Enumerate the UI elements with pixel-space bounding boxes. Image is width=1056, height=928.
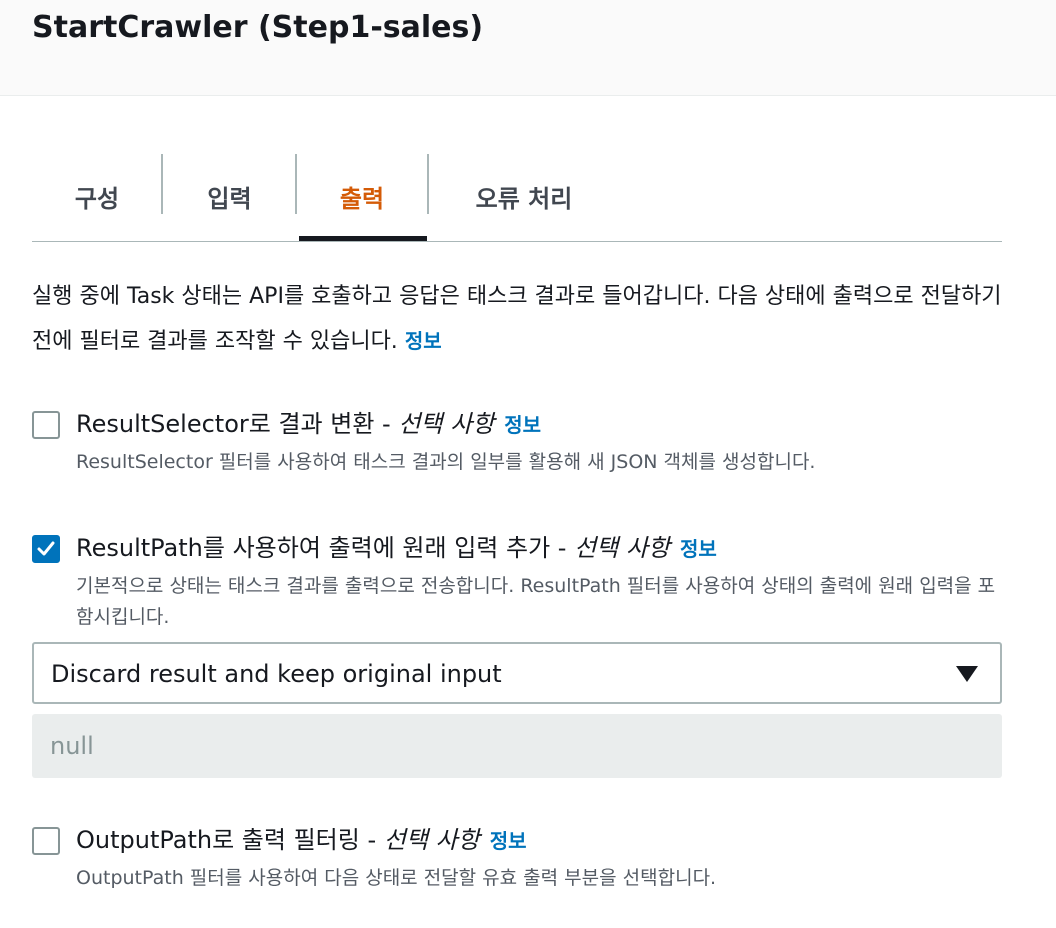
active-tab-indicator (299, 236, 427, 241)
tab-error-handling[interactable]: 오류 처리 (429, 152, 619, 241)
output-description: 실행 중에 Task 상태는 API를 호출하고 응답은 태스크 결과로 들어갑… (32, 275, 1012, 364)
tab-label: 출력 (339, 185, 385, 213)
info-link[interactable]: 정보 (680, 537, 717, 561)
info-link[interactable]: 정보 (405, 329, 442, 353)
output-path-help: OutputPath 필터를 사용하여 다음 상태로 전달할 유효 출력 부분을… (76, 867, 717, 889)
output-path-label: OutputPath로 출력 필터링 - 선택 사항 정보 (76, 823, 527, 858)
tab-bar: 구성 입력 출력 오류 처리 (32, 152, 1002, 242)
result-path-label: ResultPath를 사용하여 출력에 원래 입력 추가 - 선택 사항 정보 (76, 531, 717, 566)
option-label-text: ResultSelector로 결과 변환 - (76, 410, 399, 438)
output-path-option: OutputPath로 출력 필터링 - 선택 사항 정보 OutputPath … (32, 826, 1012, 907)
tab-label: 오류 처리 (475, 185, 573, 213)
result-path-readonly-field: null (32, 714, 1002, 778)
option-label-text: ResultPath를 사용하여 출력에 원래 입력 추가 - (76, 534, 575, 562)
result-path-option: ResultPath를 사용하여 출력에 원래 입력 추가 - 선택 사항 정보 … (32, 534, 1012, 635)
tab-output[interactable]: 출력 (297, 152, 427, 241)
select-value: Discard result and keep original input (51, 660, 502, 688)
result-selector-checkbox[interactable] (32, 411, 60, 439)
tab-label: 구성 (74, 185, 120, 213)
result-path-checkbox[interactable] (32, 535, 60, 563)
panel-header: StartCrawler (Step1-sales) (0, 0, 1056, 96)
panel-title: StartCrawler (Step1-sales) (32, 10, 484, 45)
output-path-checkbox[interactable] (32, 827, 60, 855)
description-text: 실행 중에 Task 상태는 API를 호출하고 응답은 태스크 결과로 들어갑… (32, 284, 1002, 354)
optional-text: 선택 사항 (383, 826, 480, 854)
result-selector-help: ResultSelector 필터를 사용하여 태스크 결과의 일부를 활용해 … (76, 451, 816, 473)
check-icon (37, 541, 55, 556)
tab-input[interactable]: 입력 (163, 152, 296, 241)
optional-text: 선택 사항 (574, 534, 671, 562)
caret-down-icon (956, 666, 978, 682)
tab-label: 입력 (207, 185, 252, 213)
info-link[interactable]: 정보 (490, 829, 527, 853)
option-label-text: OutputPath로 출력 필터링 - (76, 826, 384, 854)
result-selector-option: ResultSelector로 결과 변환 - 선택 사항 정보 ResultSe… (32, 410, 1012, 491)
info-link[interactable]: 정보 (504, 413, 541, 437)
readonly-value: null (50, 732, 94, 760)
optional-text: 선택 사항 (398, 410, 495, 438)
result-path-help: 기본적으로 상태는 태스크 결과를 출력으로 전송합니다. ResultPath… (76, 575, 996, 628)
result-selector-label: ResultSelector로 결과 변환 - 선택 사항 정보 (76, 407, 541, 442)
tab-configuration[interactable]: 구성 (32, 152, 162, 241)
result-path-select[interactable]: Discard result and keep original input (32, 642, 1002, 704)
